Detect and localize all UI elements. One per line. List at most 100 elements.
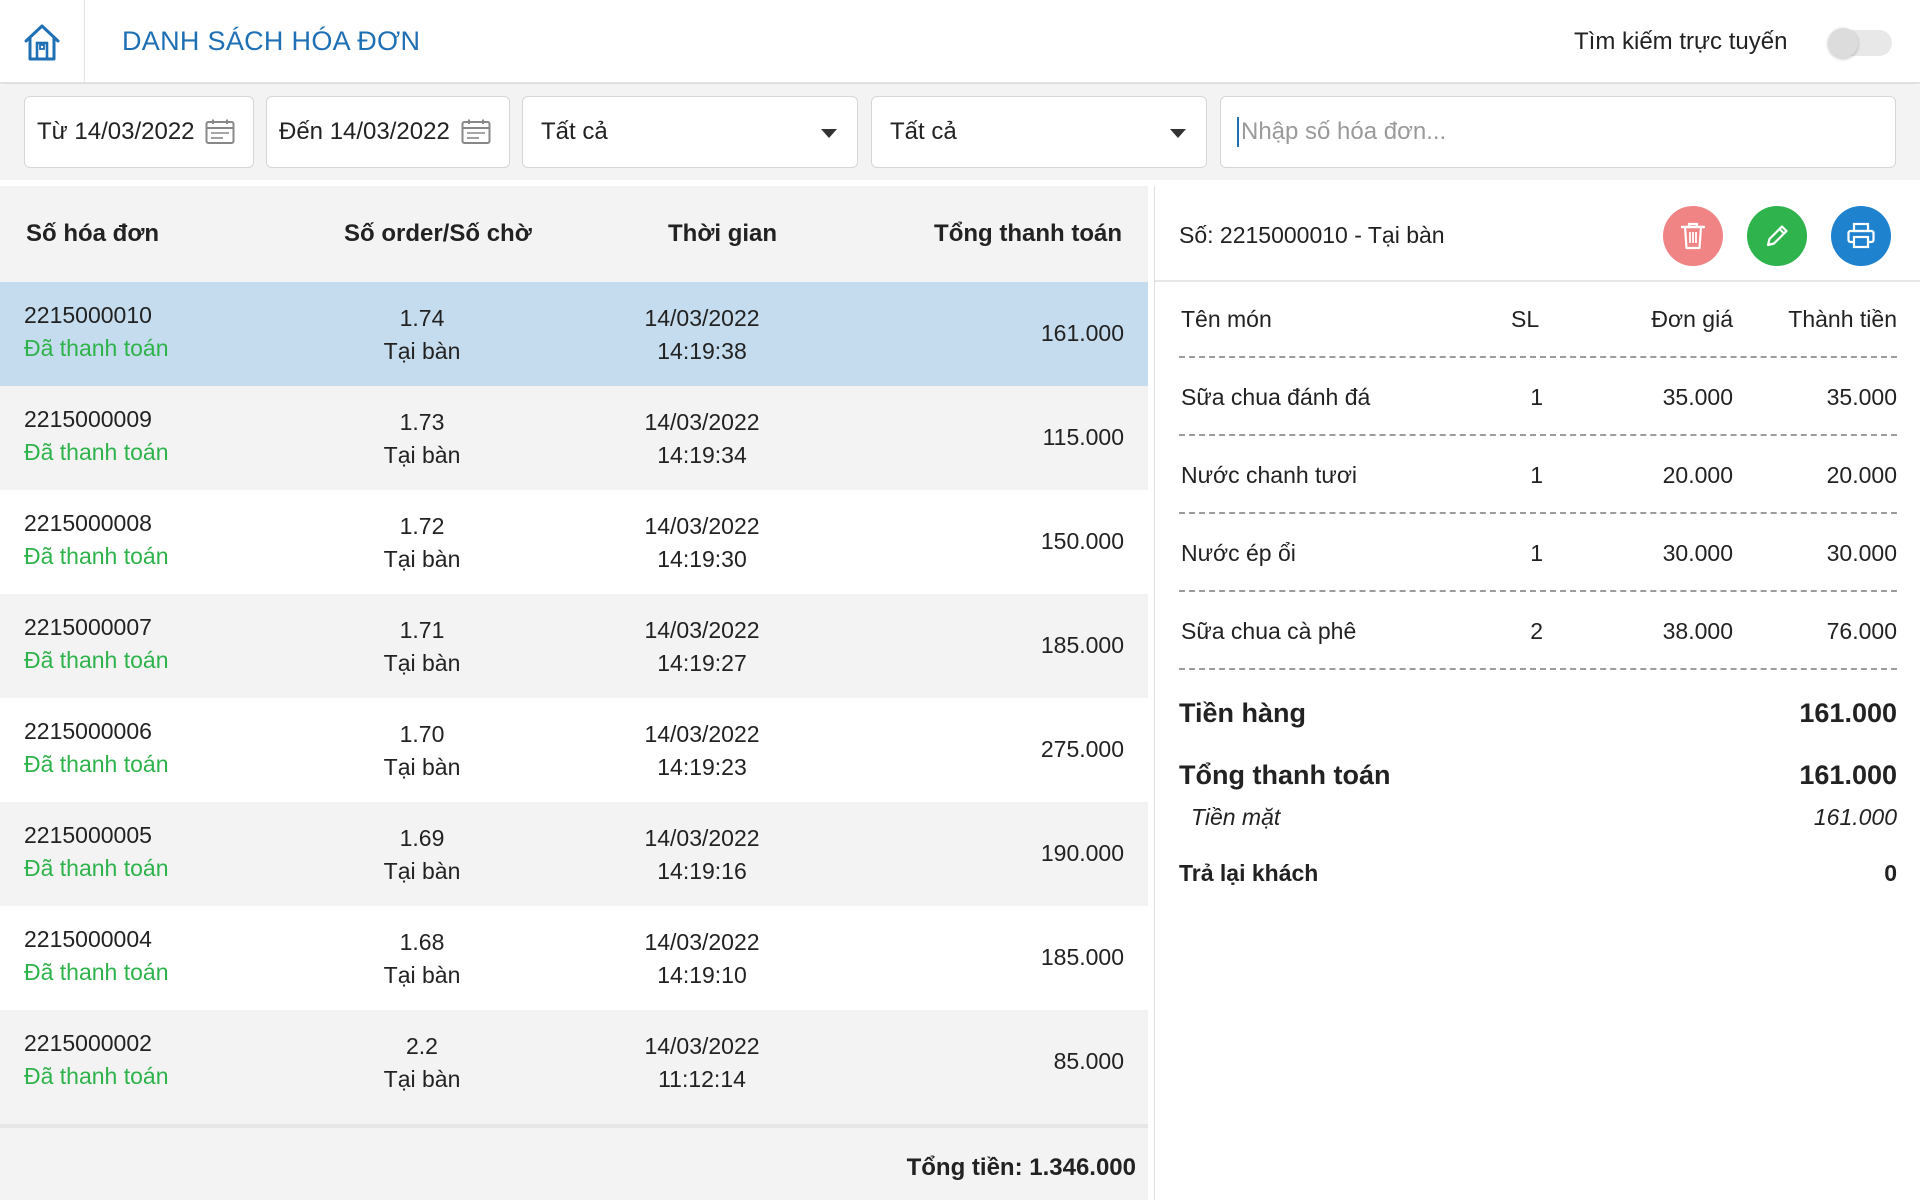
order-cell: 1.73 Tại bàn (320, 406, 524, 472)
date: 14/03/2022 (644, 929, 760, 955)
order-cell: 1.72 Tại bàn (320, 510, 524, 576)
from-date-picker[interactable]: Từ 14/03/2022 (24, 96, 254, 168)
order-cell: 1.74 Tại bàn (320, 302, 524, 368)
item-price: 35.000 (1662, 384, 1733, 410)
item-amount: 35.000 (1826, 384, 1897, 410)
row-total: 185.000 (1040, 632, 1124, 658)
dropdown-arrow-icon (1170, 129, 1186, 138)
time: 14:19:10 (657, 962, 747, 988)
cash-label: Tiền mặt (1191, 804, 1281, 830)
item-name: Sữa chua cà phê (1181, 618, 1357, 644)
edit-button[interactable] (1747, 206, 1807, 266)
order-type: Tại bàn (383, 546, 461, 572)
date: 14/03/2022 (644, 305, 760, 331)
row-total: 185.000 (1040, 944, 1124, 970)
time-cell: 14/03/2022 14:19:27 (602, 614, 802, 680)
item-qty: 1 (1530, 384, 1543, 410)
filter-select-2[interactable]: Tất cả (871, 96, 1207, 168)
payment-status: Đã thanh toán (24, 335, 169, 361)
payment-status: Đã thanh toán (24, 1063, 169, 1089)
row-total: 150.000 (1040, 528, 1124, 554)
print-button[interactable] (1831, 206, 1891, 266)
order-type: Tại bàn (383, 858, 461, 884)
pencil-icon (1766, 225, 1788, 247)
invoice-search-input[interactable] (1237, 117, 1895, 147)
table-row[interactable]: 2215000006 Đã thanh toán 1.70 Tại bàn 14/… (0, 698, 1148, 802)
date: 14/03/2022 (644, 617, 760, 643)
table-header: Số hóa đơn Số order/Số chờ Thời gian Tổn… (0, 186, 1148, 282)
delete-button[interactable] (1663, 206, 1723, 266)
payment-status: Đã thanh toán (24, 647, 169, 673)
calendar-icon (205, 119, 235, 144)
col-item-name: Tên món (1181, 306, 1272, 332)
order-type: Tại bàn (383, 754, 461, 780)
table-row[interactable]: 2215000008 Đã thanh toán 1.72 Tại bàn 14/… (0, 490, 1148, 594)
online-search-toggle[interactable] (1828, 28, 1892, 58)
table-row[interactable]: 2215000002 Đã thanh toán 2.2 Tại bàn 14/0… (0, 1010, 1148, 1114)
order-type: Tại bàn (383, 962, 461, 988)
order-cell: 1.71 Tại bàn (320, 614, 524, 680)
order-number: 1.74 (399, 305, 445, 331)
invoice-number: 2215000009 (24, 406, 152, 432)
col-header-invoice: Số hóa đơn (26, 220, 160, 247)
home-button[interactable] (0, 0, 85, 84)
payment-status: Đã thanh toán (24, 751, 169, 777)
divider (1179, 434, 1897, 436)
subtotal-value: 161.000 (1799, 698, 1897, 728)
item-name: Sữa chua đánh đá (1181, 384, 1371, 410)
total-value: 161.000 (1799, 760, 1897, 790)
online-search-label: Tìm kiếm trực tuyến (1574, 28, 1788, 55)
order-cell: 1.70 Tại bàn (320, 718, 524, 784)
order-number: 1.72 (399, 513, 445, 539)
table-row[interactable]: 2215000005 Đã thanh toán 1.69 Tại bàn 14/… (0, 802, 1148, 906)
item-qty: 1 (1530, 462, 1543, 488)
time: 14:19:30 (657, 546, 747, 572)
total-label: Tổng thanh toán (1179, 760, 1391, 790)
time: 14:19:23 (657, 754, 747, 780)
invoice-detail-panel: Số: 2215000010 - Tại bàn Tên món SL Đơn … (1154, 186, 1920, 1200)
cash-value: 161.000 (1813, 804, 1897, 830)
to-date-picker[interactable]: Đến 14/03/2022 (266, 96, 510, 168)
table-row[interactable]: 2215000004 Đã thanh toán 1.68 Tại bàn 14/… (0, 906, 1148, 1010)
order-number: 1.73 (399, 409, 445, 435)
page-title: DANH SÁCH HÓA ĐƠN (122, 26, 421, 56)
time-cell: 14/03/2022 14:19:30 (602, 510, 802, 576)
toggle-knob (1828, 28, 1858, 58)
order-number: 1.70 (399, 721, 445, 747)
time: 14:19:34 (657, 442, 747, 468)
detail-header: Số: 2215000010 - Tại bàn (1155, 186, 1920, 282)
item-amount: 30.000 (1826, 540, 1897, 566)
calendar-icon (461, 119, 491, 144)
divider (1179, 668, 1897, 670)
date: 14/03/2022 (644, 513, 760, 539)
payment-status: Đã thanh toán (24, 543, 169, 569)
order-number: 1.69 (399, 825, 445, 851)
table-row[interactable]: 2215000010 Đã thanh toán 1.74 Tại bàn 14/… (0, 282, 1148, 386)
invoice-number: 2215000010 (24, 302, 152, 328)
order-cell: 1.69 Tại bàn (320, 822, 524, 888)
filter-select-1[interactable]: Tất cả (522, 96, 858, 168)
to-date-text: Đến 14/03/2022 (279, 118, 450, 145)
col-unit-price: Đơn giá (1651, 306, 1733, 332)
invoice-list-panel: Số hóa đơn Số order/Số chờ Thời gian Tổn… (0, 186, 1148, 1200)
table-row[interactable]: 2215000007 Đã thanh toán 1.71 Tại bàn 14/… (0, 594, 1148, 698)
row-total: 115.000 (1042, 424, 1124, 450)
divider (1179, 512, 1897, 514)
date: 14/03/2022 (644, 409, 760, 435)
item-price: 20.000 (1662, 462, 1733, 488)
item-amount: 76.000 (1826, 618, 1897, 644)
invoice-number: 2215000005 (24, 822, 152, 848)
time: 14:19:16 (657, 858, 747, 884)
time: 14:19:27 (657, 650, 747, 676)
invoice-label: Số: 2215000010 - Tại bàn (1179, 222, 1445, 248)
top-bar: DANH SÁCH HÓA ĐƠN Tìm kiếm trực tuyến (0, 0, 1920, 84)
payment-status: Đã thanh toán (24, 959, 169, 985)
table-row[interactable]: 2215000009 Đã thanh toán 1.73 Tại bàn 14/… (0, 386, 1148, 490)
item-qty: 2 (1530, 618, 1543, 644)
col-header-time: Thời gian (668, 220, 778, 247)
date: 14/03/2022 (644, 1033, 760, 1059)
printer-icon (1847, 222, 1875, 249)
date: 14/03/2022 (644, 825, 760, 851)
filter-select-1-value: Tất cả (541, 118, 608, 145)
invoice-search-field[interactable] (1220, 96, 1896, 168)
